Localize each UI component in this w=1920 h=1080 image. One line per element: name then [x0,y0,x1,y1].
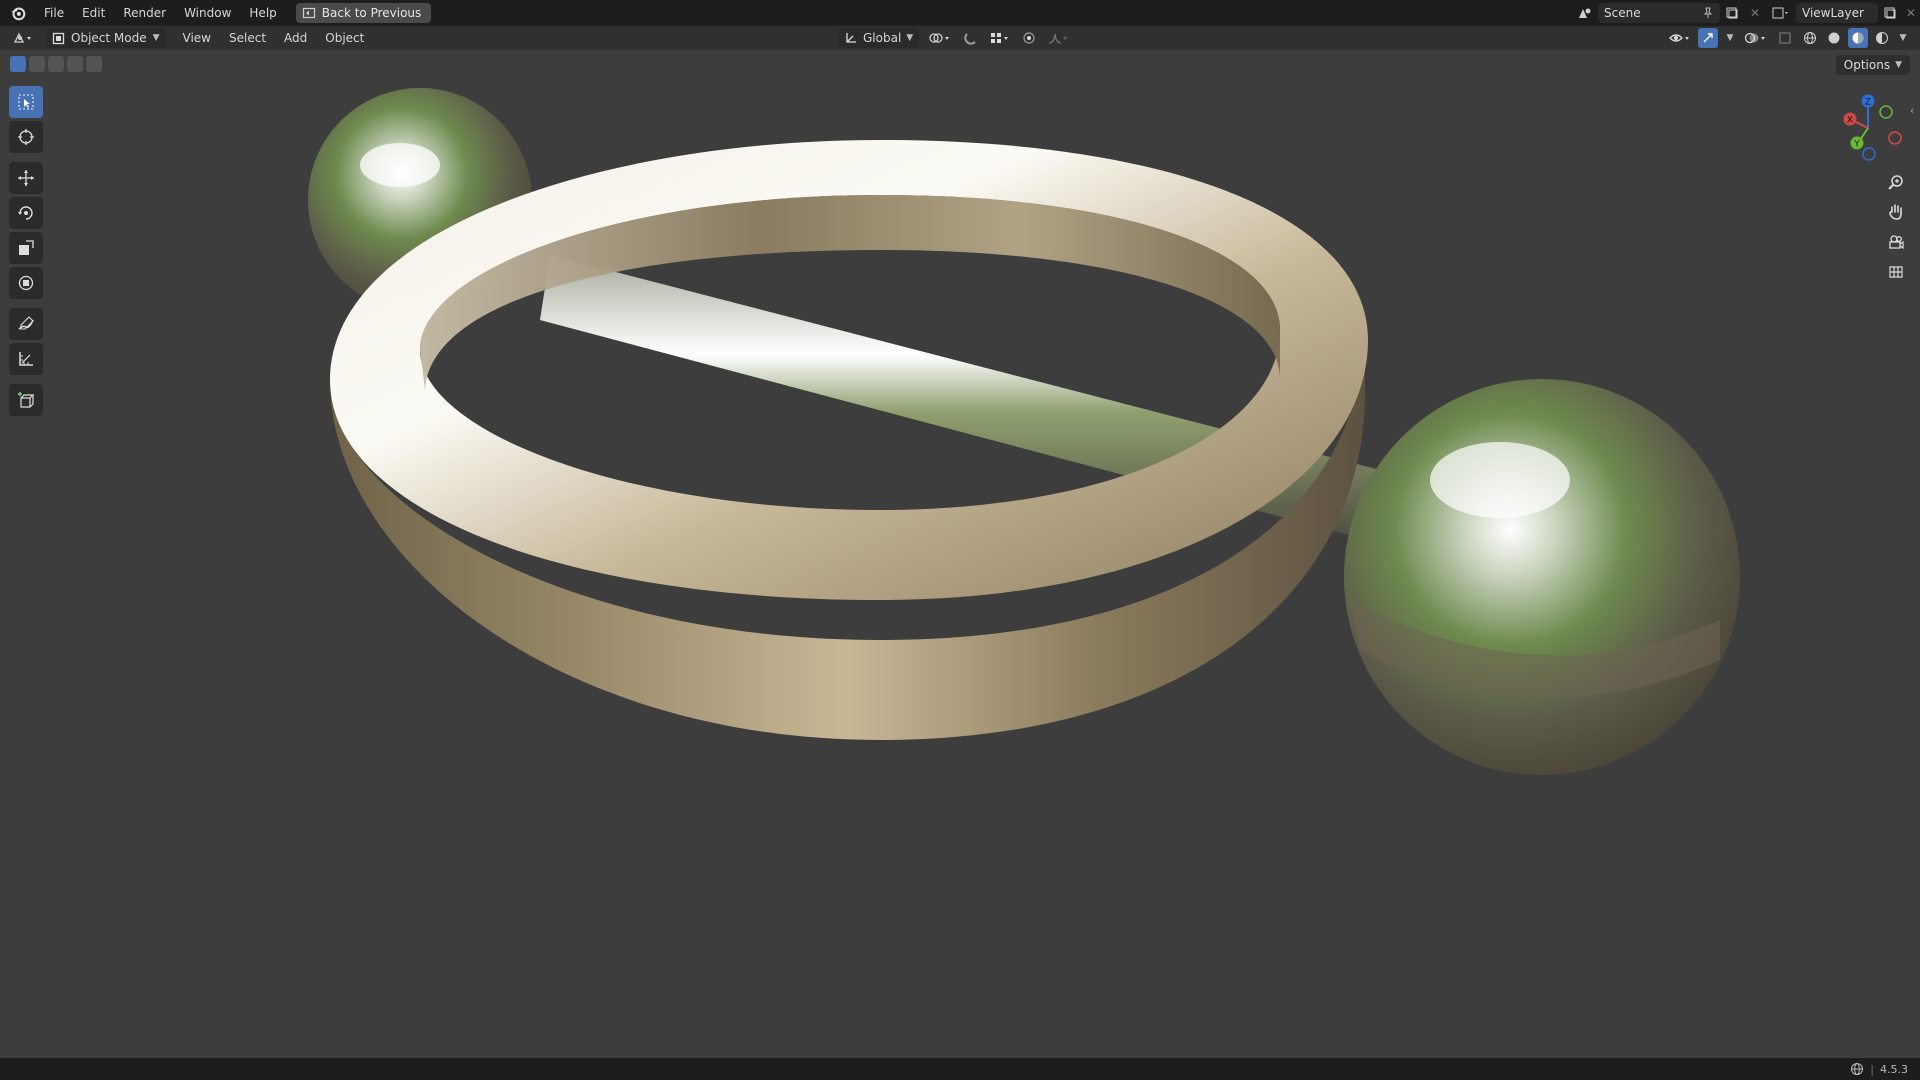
gizmo-toggle-icon[interactable] [1698,28,1718,48]
gizmo-x-label: X [1847,116,1853,126]
back-to-previous-button[interactable]: Back to Previous [295,3,432,23]
view-layer-field[interactable]: ViewLayer [1796,3,1878,23]
blender-logo-icon[interactable] [9,4,27,22]
pencil-icon [18,316,34,330]
rendered-shading-icon[interactable] [1872,31,1892,45]
version-info: | 4.5.3 [1850,1058,1908,1080]
gizmo-z-label: Z [1865,98,1871,108]
gizmo-x-negative[interactable] [1888,131,1902,145]
xray-toggle-icon[interactable] [1774,31,1796,45]
viewport-display-tools: ▼ ▼ [1666,26,1910,50]
top-menu-bar: File Edit Render Window Help Back to Pre… [0,0,1920,26]
delete-scene-icon[interactable]: ✕ [1744,6,1766,20]
orientation-axes-icon [846,33,856,43]
chevron-down-icon: ▼ [152,33,160,43]
chrome-sphere-right[interactable] [1344,379,1740,775]
cursor-tool[interactable] [9,121,43,153]
annotate-tool[interactable] [9,308,43,340]
menu-edit[interactable]: Edit [73,0,114,26]
back-button-label: Back to Previous [321,6,422,20]
scene-selector-area: Scene ✕ ViewLayer ✕ [1572,0,1920,26]
rotate-tool[interactable] [9,197,43,229]
overlays-icon[interactable] [1742,31,1770,45]
version-number: 4.5.3 [1880,1062,1908,1076]
add-cube-tool[interactable] [9,384,43,416]
object-mode-dropdown[interactable]: Object Mode ▼ [46,28,166,48]
transform-orientation-dropdown[interactable]: Global ▼ [838,28,920,48]
view-layer-browse-icon[interactable] [1766,6,1796,20]
gizmo-y-negative[interactable] [1879,105,1893,119]
shading-dropdown-icon[interactable]: ▼ [1896,33,1910,43]
object-mode-label: Object Mode [71,31,147,45]
scene-name: Scene [1604,6,1641,20]
grid-icon [1889,266,1903,278]
snap-toggle-icon[interactable] [961,31,981,45]
scale-icon [19,240,34,255]
menu-object[interactable]: Object [316,31,373,45]
viewport-canvas[interactable] [0,50,1920,1058]
pivot-point-icon[interactable] [925,31,955,45]
chevron-down-icon: ▼ [906,33,914,43]
delete-view-layer-icon[interactable]: ✕ [1902,6,1920,20]
new-view-layer-icon[interactable] [1878,6,1902,20]
scale-tool[interactable] [9,232,43,264]
tool-shelf [9,86,46,419]
transform-icon [18,275,34,291]
transform-tool[interactable] [9,267,43,299]
zoom-view-button[interactable] [1882,168,1910,196]
menu-file[interactable]: File [35,0,73,26]
ruler-icon [19,352,33,366]
snap-target-icon[interactable] [987,31,1013,45]
camera-icon [1889,235,1904,250]
gizmo-z-negative[interactable] [1862,147,1876,161]
chrome-ring[interactable] [330,140,1368,740]
material-preview-shading-icon[interactable] [1848,28,1868,48]
menu-help[interactable]: Help [240,0,285,26]
add-cube-icon [18,392,35,408]
menu-select[interactable]: Select [220,31,275,45]
camera-view-button[interactable] [1882,228,1910,256]
viewport-header: Object Mode ▼ View Select Add Object Glo… [0,26,1920,50]
pin-icon[interactable] [1702,7,1714,19]
menu-render[interactable]: Render [114,0,175,26]
rotate-icon [18,206,33,220]
proportional-editing-icon[interactable] [1019,31,1039,45]
view-layer-name: ViewLayer [1802,6,1864,20]
menu-add[interactable]: Add [275,31,316,45]
transform-orientation-label: Global [863,31,902,45]
gizmo-y-label: Y [1853,140,1860,150]
back-arrow-icon [302,7,315,19]
measure-tool[interactable] [9,343,43,375]
status-divider: | [1870,1062,1874,1076]
visibility-eye-icon[interactable] [1666,31,1694,45]
new-scene-icon[interactable] [1720,6,1744,20]
menu-view[interactable]: View [174,31,220,45]
wireframe-shading-icon[interactable] [1800,31,1820,45]
magnifier-plus-icon [1888,175,1903,190]
editor-type-icon[interactable] [6,31,40,45]
gizmo-dropdown-icon[interactable]: ▼ [1722,33,1738,43]
falloff-curve-icon[interactable] [1045,31,1071,45]
pan-view-button[interactable] [1882,198,1910,226]
transform-tools: Global ▼ [838,26,1071,50]
select-box-tool[interactable] [9,86,43,118]
sidebar-collapse-icon[interactable]: ‹ [1910,104,1914,117]
menu-window[interactable]: Window [175,0,240,26]
hand-icon [1889,204,1902,220]
move-icon [18,170,34,186]
status-bar: | 4.5.3 [0,1058,1920,1080]
object-mode-icon [52,32,65,44]
scene-browse-icon[interactable] [1572,6,1598,20]
ortho-toggle-button[interactable] [1882,258,1910,286]
select-box-icon [18,94,34,110]
move-tool[interactable] [9,162,43,194]
solid-shading-icon[interactable] [1824,31,1844,45]
cursor-icon [18,129,34,145]
navigation-gizmo[interactable]: X Y Z [1832,90,1912,170]
scene-field[interactable]: Scene [1598,3,1720,23]
globe-icon[interactable] [1850,1062,1864,1076]
